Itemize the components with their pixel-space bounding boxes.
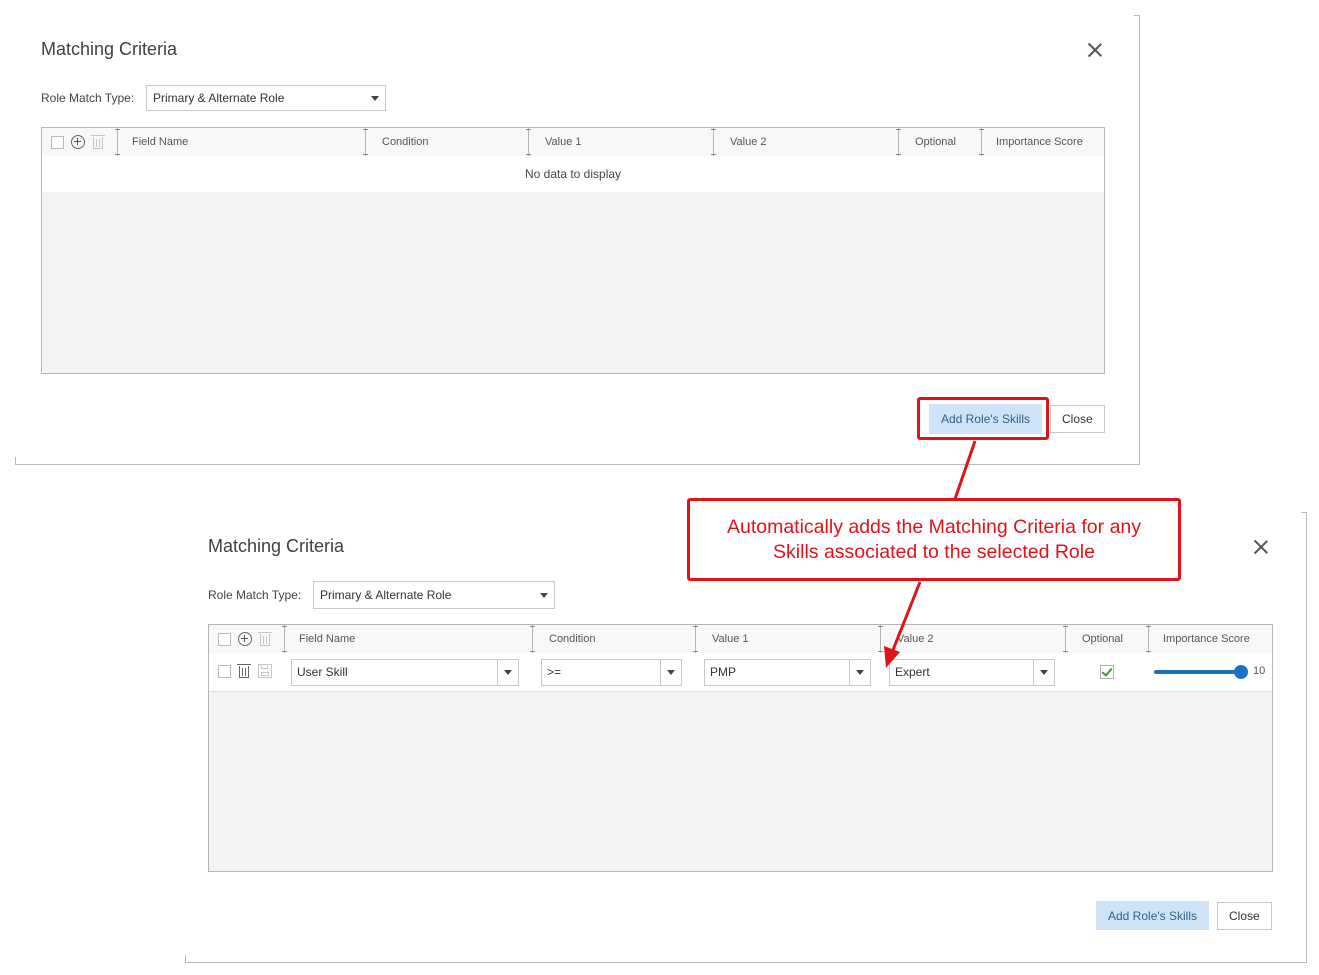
grid-header: Field Name Condition Value 1 Value 2 Opt… (42, 128, 1104, 157)
empty-message: No data to display (42, 156, 1104, 192)
value2-value: Expert (895, 665, 930, 679)
column-resize-handle[interactable] (526, 128, 531, 156)
criteria-grid: Field Name Condition Value 1 Value 2 Opt… (41, 127, 1105, 374)
column-separator (1146, 625, 1151, 653)
column-resize-handle[interactable] (878, 625, 883, 653)
column-separator (282, 625, 287, 653)
column-separator (115, 128, 120, 156)
value1-value: PMP (710, 665, 737, 679)
close-icon[interactable] (1252, 538, 1270, 556)
column-header-importance-score[interactable]: Importance Score (996, 128, 1083, 156)
chevron-down-icon (540, 593, 548, 598)
chevron-down-icon (667, 670, 675, 675)
dropdown-button[interactable] (497, 660, 518, 685)
value2-select[interactable]: Expert (889, 659, 1055, 686)
column-resize-handle[interactable] (711, 128, 716, 156)
dialog-border (1306, 512, 1307, 963)
chevron-down-icon (856, 670, 864, 675)
importance-slider-track[interactable] (1154, 670, 1241, 674)
dropdown-button[interactable] (1033, 660, 1054, 685)
dialog-border (1134, 15, 1140, 16)
close-icon[interactable] (1086, 41, 1104, 59)
add-row-icon[interactable] (238, 632, 252, 646)
delete-icon[interactable] (91, 134, 105, 150)
dialog-border (15, 464, 1140, 465)
column-header-optional[interactable]: Optional (1082, 625, 1123, 653)
dialog-border (1301, 512, 1307, 513)
column-resize-handle[interactable] (363, 128, 368, 156)
condition-select[interactable]: >= (541, 659, 682, 686)
role-match-type-select[interactable]: Primary & Alternate Role (146, 85, 386, 111)
dropdown-button[interactable] (660, 660, 681, 685)
add-roles-skills-button[interactable]: Add Role's Skills (1096, 901, 1209, 930)
criteria-grid: Field Name Condition Value 1 Value 2 Opt… (208, 624, 1273, 872)
value1-select[interactable]: PMP (704, 659, 871, 686)
column-header-importance-score[interactable]: Importance Score (1163, 625, 1250, 653)
save-icon[interactable] (258, 664, 272, 678)
column-header-field-name[interactable]: Field Name (132, 128, 188, 156)
column-resize-handle[interactable] (530, 625, 535, 653)
column-header-optional[interactable]: Optional (915, 128, 956, 156)
delete-row-icon[interactable] (237, 663, 251, 679)
highlight-box (917, 397, 1049, 440)
delete-icon[interactable] (258, 631, 272, 647)
condition-value: >= (547, 665, 562, 679)
chevron-down-icon (504, 670, 512, 675)
dialog-border (185, 962, 1307, 963)
role-match-type-value: Primary & Alternate Role (153, 91, 285, 105)
column-header-value2[interactable]: Value 2 (897, 625, 934, 653)
role-match-type-value: Primary & Alternate Role (320, 588, 452, 602)
close-button[interactable]: Close (1050, 405, 1105, 433)
table-row: User Skill >= PMP Expert 10 (209, 653, 1272, 692)
column-header-value1[interactable]: Value 1 (545, 128, 582, 156)
field-name-value: User Skill (297, 665, 348, 679)
select-all-checkbox[interactable] (218, 633, 231, 646)
close-button[interactable]: Close (1217, 902, 1272, 930)
column-header-condition[interactable]: Condition (549, 625, 595, 653)
column-header-field-name[interactable]: Field Name (299, 625, 355, 653)
row-checkbox[interactable] (218, 665, 231, 678)
select-all-checkbox[interactable] (51, 136, 64, 149)
optional-checkbox[interactable] (1100, 665, 1114, 679)
column-separator (979, 128, 984, 156)
dialog-border (185, 955, 186, 963)
importance-slider-handle[interactable] (1234, 665, 1248, 679)
column-header-condition[interactable]: Condition (382, 128, 428, 156)
column-header-value2[interactable]: Value 2 (730, 128, 767, 156)
column-header-value1[interactable]: Value 1 (712, 625, 749, 653)
dialog-border (1139, 15, 1140, 465)
annotation-line-2: Skills associated to the selected Role (773, 541, 1095, 563)
dialog-title: Matching Criteria (41, 39, 178, 59)
role-match-type-label: Role Match Type: (41, 91, 135, 105)
chevron-down-icon (371, 96, 379, 101)
annotation-line-1: Automatically adds the Matching Criteria… (726, 516, 1142, 538)
dialog-title: Matching Criteria (208, 536, 345, 556)
column-resize-handle[interactable] (896, 128, 901, 156)
dropdown-button[interactable] (849, 660, 870, 685)
column-resize-handle[interactable] (693, 625, 698, 653)
chevron-down-icon (1040, 670, 1048, 675)
field-name-select[interactable]: User Skill (291, 659, 519, 686)
add-row-icon[interactable] (71, 135, 85, 149)
grid-header: Field Name Condition Value 1 Value 2 Opt… (209, 625, 1272, 654)
role-match-type-label: Role Match Type: (208, 588, 302, 602)
importance-score-value: 10 (1253, 665, 1266, 677)
column-resize-handle[interactable] (1063, 625, 1068, 653)
dialog-border (15, 457, 16, 465)
annotation-callout: Automatically adds the Matching Criteria… (687, 498, 1181, 581)
role-match-type-select[interactable]: Primary & Alternate Role (313, 581, 555, 609)
